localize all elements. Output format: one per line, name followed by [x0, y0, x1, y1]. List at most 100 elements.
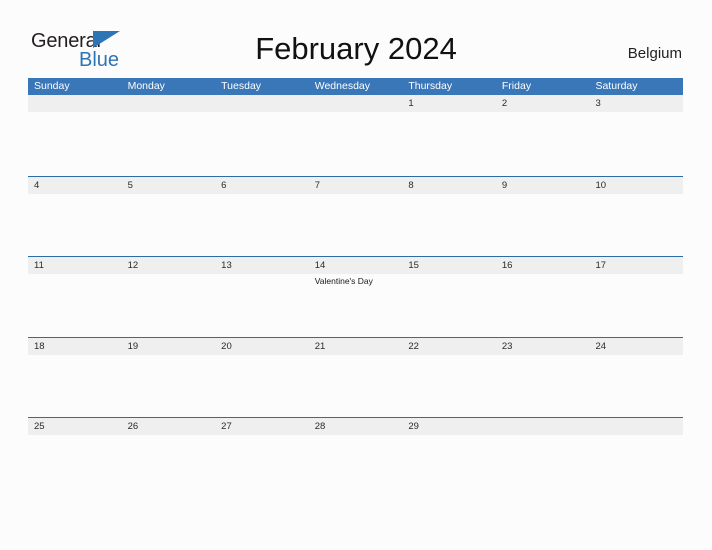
- weekday-header-tuesday: Tuesday: [221, 80, 262, 92]
- day-number: 29: [408, 421, 419, 432]
- calendar-day-cell-empty: [215, 95, 309, 112]
- weekday-header-saturday: Saturday: [595, 80, 638, 92]
- day-number: 20: [221, 340, 232, 352]
- calendar-day-cell[interactable]: 26: [122, 418, 216, 435]
- week-events-band: Valentine's Day: [28, 274, 683, 336]
- calendar-week-row: 18 19 20 21 22 23 24: [28, 336, 683, 417]
- day-number: 9: [501, 179, 508, 191]
- week-date-band: 1 2 3: [28, 95, 683, 112]
- calendar-day-events: [28, 274, 122, 336]
- calendar-day-cell[interactable]: 4: [28, 177, 122, 194]
- day-number: 26: [127, 421, 139, 432]
- calendar-day-events: [309, 435, 403, 497]
- calendar-day-cell[interactable]: 7: [309, 177, 403, 194]
- calendar-day-cell[interactable]: 2: [496, 95, 590, 112]
- calendar-day-events: [215, 435, 309, 497]
- calendar-day-cell[interactable]: 6: [215, 177, 309, 194]
- calendar-day-events: [496, 274, 590, 336]
- weekday-header-thursday: Thursday: [408, 80, 453, 92]
- week-date-band: 4 5 6 7 8 9 10: [28, 176, 683, 194]
- weekday-header-row: Sunday Monday Tuesday Wednesday Thursday…: [28, 78, 683, 95]
- calendar-day-cell[interactable]: 29: [402, 418, 496, 435]
- calendar-day-cell[interactable]: 19: [122, 338, 216, 355]
- weekday-header-wednesday: Wednesday: [314, 80, 370, 92]
- calendar-day-events: [215, 112, 309, 174]
- calendar-page: General Blue February 2024 Belgium Sunda…: [0, 0, 712, 550]
- week-date-band: 25 26 27 28 29: [28, 418, 683, 435]
- week-events-band: [28, 112, 683, 174]
- calendar-day-events: [589, 194, 683, 256]
- calendar-day-events: [122, 274, 216, 336]
- day-number: 22: [408, 340, 419, 352]
- day-number: 18: [34, 340, 45, 352]
- calendar-day-cell[interactable]: 25: [28, 418, 122, 435]
- day-number: 25: [34, 421, 45, 432]
- calendar-day-cell[interactable]: 13: [215, 257, 309, 274]
- day-number: 1: [408, 98, 414, 109]
- calendar-day-cell[interactable]: 8: [402, 177, 496, 194]
- day-number: 10: [595, 179, 607, 191]
- calendar-day-cell[interactable]: 17: [589, 257, 683, 274]
- calendar-day-events: [215, 274, 309, 336]
- week-date-band: 11 12 13 14 15 16 17: [28, 257, 683, 274]
- calendar-day-events: [122, 435, 216, 497]
- calendar-day-events: [589, 274, 683, 336]
- calendar-day-cell[interactable]: 23: [496, 338, 590, 355]
- calendar-day-cell-empty: [589, 418, 683, 435]
- calendar-day-cell[interactable]: 15: [402, 257, 496, 274]
- calendar-day-cell[interactable]: 11: [28, 257, 122, 274]
- calendar-week-row: 4 5 6 7 8 9 10: [28, 175, 683, 256]
- calendar-day-cell[interactable]: 10: [589, 177, 683, 194]
- calendar-week-row: 25 26 27 28 29: [28, 417, 683, 498]
- day-number: 17: [595, 260, 607, 271]
- calendar-day-cell[interactable]: 16: [496, 257, 590, 274]
- week-events-band: [28, 194, 683, 256]
- day-number: 14: [314, 260, 326, 271]
- calendar-day-events: [402, 112, 496, 174]
- calendar-day-cell[interactable]: 5: [122, 177, 216, 194]
- calendar-day-cell-empty: [309, 95, 403, 112]
- day-number: 3: [595, 98, 601, 109]
- day-number: 2: [501, 98, 508, 109]
- calendar-week-row: 11 12 13 14 15 16 17 Valentine's Day: [28, 256, 683, 337]
- calendar-day-cell[interactable]: 28: [309, 418, 403, 435]
- calendar-day-events: [215, 355, 309, 417]
- calendar-day-events: [496, 194, 590, 256]
- calendar-day-cell[interactable]: 9: [496, 177, 590, 194]
- calendar-day-cell[interactable]: 22: [402, 338, 496, 355]
- calendar-week-row: 1 2 3: [28, 95, 683, 176]
- day-number: 21: [314, 340, 326, 352]
- calendar-day-events: [589, 435, 683, 497]
- calendar-day-cell[interactable]: 1: [402, 95, 496, 112]
- day-number: 13: [221, 260, 232, 271]
- day-number: 15: [408, 260, 419, 271]
- day-number: 24: [595, 340, 607, 352]
- calendar-day-events: Valentine's Day: [309, 274, 403, 336]
- day-number: 23: [501, 340, 513, 352]
- calendar-day-cell-empty: [496, 418, 590, 435]
- weekday-header-sunday: Sunday: [34, 80, 70, 92]
- country-label: Belgium: [627, 45, 682, 62]
- day-number: 27: [221, 421, 232, 432]
- calendar-day-events: [28, 112, 122, 174]
- calendar-day-events: [496, 355, 590, 417]
- day-number: 12: [127, 260, 139, 271]
- calendar-day-events: [122, 112, 216, 174]
- calendar-day-cell[interactable]: 18: [28, 338, 122, 355]
- calendar-day-events: [589, 112, 683, 174]
- calendar-day-events: [402, 194, 496, 256]
- calendar-day-events: [402, 355, 496, 417]
- calendar-day-cell[interactable]: 12: [122, 257, 216, 274]
- calendar-day-events: [122, 194, 216, 256]
- calendar-day-cell[interactable]: 27: [215, 418, 309, 435]
- calendar-day-events: [496, 112, 590, 174]
- calendar-day-events: [496, 435, 590, 497]
- calendar-day-cell[interactable]: 14: [309, 257, 403, 274]
- calendar-day-events: [402, 274, 496, 336]
- calendar-day-cell[interactable]: 21: [309, 338, 403, 355]
- calendar-day-cell[interactable]: 20: [215, 338, 309, 355]
- day-number: 4: [34, 179, 40, 191]
- calendar-day-cell[interactable]: 24: [589, 338, 683, 355]
- week-events-band: [28, 435, 683, 497]
- calendar-day-cell[interactable]: 3: [589, 95, 683, 112]
